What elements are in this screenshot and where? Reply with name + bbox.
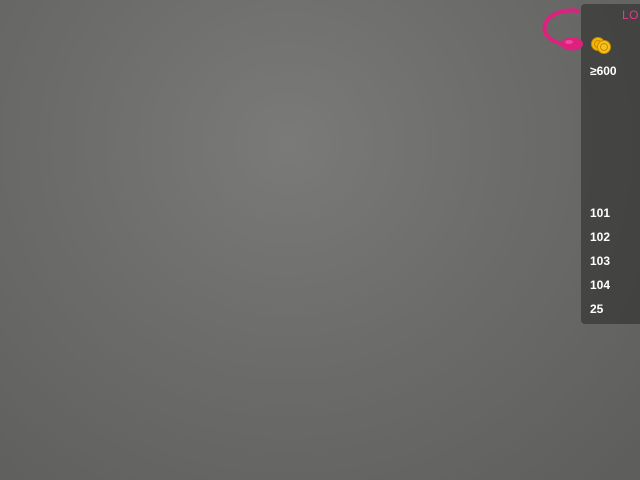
video-stream	[0, 0, 640, 480]
tip-level-item: 25	[590, 302, 604, 316]
gold-coins-icon	[591, 37, 611, 54]
tip-level-item: 104	[590, 278, 611, 292]
tip-level-item: ≥600	[590, 64, 617, 78]
tip-level-item: 103	[590, 254, 611, 268]
tip-level-item: 102	[590, 230, 611, 244]
brand-label: LO	[622, 8, 640, 22]
pink-vibrator-icon	[542, 8, 583, 51]
tip-level-item: 101	[590, 206, 611, 220]
